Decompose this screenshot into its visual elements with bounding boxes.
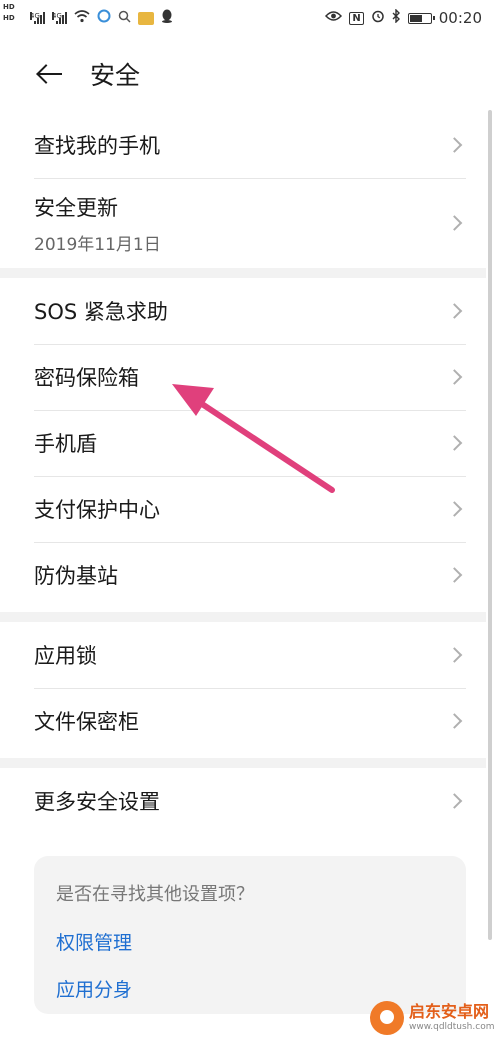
hd-bottom: HD [3,14,15,22]
section-divider [0,268,486,278]
item-label: 支付保护中心 [34,498,160,522]
search-notification-icon [118,10,131,27]
item-label: 安全更新 [34,195,118,220]
back-arrow-icon[interactable] [36,60,64,88]
list-item-sos[interactable]: SOS 紧急求助 [0,278,486,344]
list-item-more-security-settings[interactable]: 更多安全设置 [0,768,486,834]
watermark-name: 启东安卓网 [409,1001,490,1021]
status-left: 4G 4G [30,9,173,27]
watermark-logo-icon [370,1000,404,1035]
settings-group-4: 更多安全设置 [0,768,486,834]
mail-notification-icon [138,11,154,25]
settings-group-2: SOS 紧急求助 密码保险箱 手机盾 支付保护中心 防伪基站 [0,278,486,608]
app-bar: 安全 [0,48,500,100]
settings-group-1: 查找我的手机 安全更新 2019年11月1日 [0,112,486,268]
hd-top: HD [3,3,15,11]
section-divider [0,612,486,622]
signal-icon-sim1: 4G [30,12,45,24]
wifi-icon [74,9,90,27]
alarm-icon [371,9,385,27]
signal-icon-sim2: 4G [52,12,67,24]
link-permission-management[interactable]: 权限管理 [56,928,444,955]
item-label: 密码保险箱 [34,366,139,390]
list-item-file-safe[interactable]: 文件保密柜 [0,688,486,754]
status-bar: HD HD 4G 4G N 00:20 [0,0,500,36]
app-notification-icon [97,9,111,27]
qq-notification-icon [161,9,173,27]
list-item-security-update[interactable]: 安全更新 2019年11月1日 [0,178,486,268]
status-right: N 00:20 [325,8,482,27]
hd-indicators: HD HD [3,2,15,24]
sim1-label: 4G [30,12,40,20]
list-item-app-lock[interactable]: 应用锁 [0,622,486,688]
battery-level [409,14,422,22]
list-item-find-my-phone[interactable]: 查找我的手机 [0,112,486,178]
watermark-text: 启东安卓网 www.qdldtush.com [409,1001,495,1033]
list-item-fake-base-station[interactable]: 防伪基站 [0,542,486,608]
item-subtitle: 2019年11月1日 [34,234,161,255]
status-time: 00:20 [438,9,482,27]
list-item-phone-shield[interactable]: 手机盾 [0,410,486,476]
suggestion-card: 是否在寻找其他设置项？ 权限管理 应用分身 [34,856,466,1014]
list-item-payment-protection[interactable]: 支付保护中心 [0,476,486,542]
watermark: 启东安卓网 www.qdldtush.com [370,996,500,1039]
suggestion-card-title: 是否在寻找其他设置项？ [56,884,254,905]
scrollbar[interactable] [488,110,492,940]
item-label: 手机盾 [34,432,97,456]
bluetooth-icon [392,8,401,27]
eye-icon [325,10,343,26]
item-label: SOS 紧急求助 [34,300,168,324]
settings-group-3: 应用锁 文件保密柜 [0,622,486,754]
item-label: 防伪基站 [34,564,118,588]
page-title: 安全 [90,61,141,90]
item-label: 更多安全设置 [34,790,160,814]
watermark-url: www.qdldtush.com [409,1021,495,1032]
item-label: 文件保密柜 [34,710,139,734]
sim2-label: 4G [52,12,62,20]
item-label: 查找我的手机 [34,134,160,158]
nfc-icon: N [349,11,364,25]
battery-icon [407,12,435,24]
section-divider [0,758,486,768]
item-label: 应用锁 [34,644,97,668]
list-item-password-vault[interactable]: 密码保险箱 [0,344,486,410]
